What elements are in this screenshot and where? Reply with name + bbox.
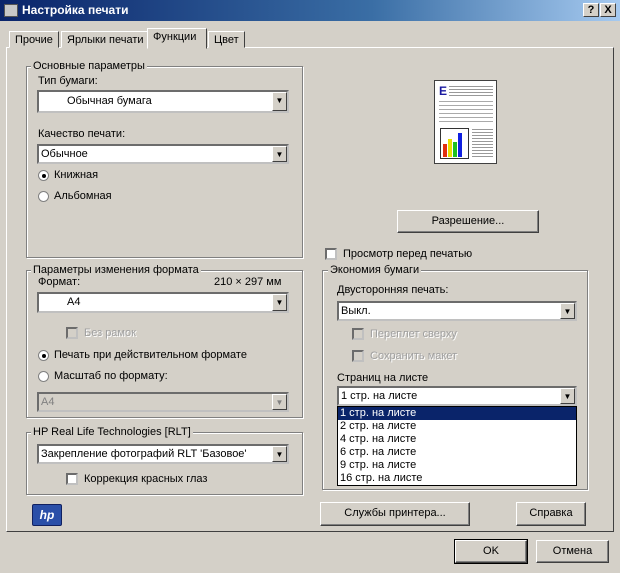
- quality-value: Обычное: [41, 148, 88, 160]
- portrait-radio[interactable]: Книжная: [38, 169, 98, 181]
- portrait-label: Книжная: [54, 169, 99, 181]
- quality-select[interactable]: Обычное ▼: [37, 144, 289, 164]
- cancel-button[interactable]: Отмена: [536, 540, 609, 563]
- pages-per-sheet-value: 1 стр. на листе: [341, 390, 418, 402]
- chevron-down-icon: ▼: [272, 92, 287, 111]
- pages-per-sheet-label: Страниц на листе: [337, 372, 429, 384]
- quality-label: Качество печати:: [38, 128, 126, 140]
- format-select[interactable]: A4 ▼: [37, 292, 289, 313]
- duplex-select[interactable]: Выкл. ▼: [337, 301, 577, 321]
- keep-layout-checkbox[interactable]: Сохранить макет: [352, 350, 458, 363]
- flip-top-checkbox[interactable]: Переплет сверху: [352, 328, 457, 341]
- scale-value: A4: [41, 396, 55, 408]
- page-preview-image: E: [434, 80, 497, 164]
- checkbox-icon: [66, 473, 78, 486]
- dropdown-option[interactable]: 9 стр. на листе: [338, 459, 576, 472]
- borderless-checkbox[interactable]: Без рамок: [66, 327, 136, 340]
- title-bar: Настройка печати: [0, 0, 620, 21]
- checkbox-icon: [66, 327, 78, 340]
- rlt-value: Закрепление фотографий RLT 'Базовое': [41, 448, 247, 460]
- resolution-button[interactable]: Разрешение...: [397, 210, 539, 233]
- landscape-label: Альбомная: [54, 190, 112, 202]
- basic-group-title: Основные параметры: [31, 60, 147, 72]
- checkbox-icon: [325, 248, 337, 261]
- dropdown-option[interactable]: 6 стр. на листе: [338, 446, 576, 459]
- dropdown-option[interactable]: 2 стр. на листе: [338, 420, 576, 433]
- chevron-down-icon: ▼: [560, 388, 575, 404]
- scale-radio[interactable]: Масштаб по формату:: [38, 370, 168, 382]
- scale-label: Масштаб по формату:: [54, 370, 168, 382]
- print-preview-checkbox[interactable]: Просмотр перед печатью: [325, 248, 473, 261]
- format-label: Формат:: [38, 276, 81, 288]
- radio-icon: [38, 370, 49, 382]
- size-text: 210 × 297 мм: [214, 276, 282, 288]
- window-title: Настройка печати: [22, 3, 129, 17]
- duplex-label: Двусторонняя печать:: [337, 284, 449, 296]
- scale-select[interactable]: A4 ▼: [37, 392, 289, 412]
- print-preview-label: Просмотр перед печатью: [343, 248, 473, 260]
- chart-icon: [440, 128, 469, 159]
- chevron-down-icon: ▼: [272, 294, 287, 311]
- chevron-down-icon: ▼: [560, 303, 575, 319]
- resize-group-title: Параметры изменения формата: [31, 264, 201, 276]
- actual-size-radio[interactable]: Печать при действительном формате: [38, 349, 247, 361]
- chevron-down-icon: ▼: [272, 446, 287, 462]
- pages-per-sheet-select[interactable]: 1 стр. на листе ▼: [337, 386, 577, 406]
- chevron-down-icon: ▼: [272, 146, 287, 162]
- dropdown-option[interactable]: 1 стр. на листе: [338, 407, 576, 420]
- keep-layout-label: Сохранить макет: [370, 350, 458, 362]
- radio-icon: [38, 190, 49, 202]
- paper-type-label: Тип бумаги:: [38, 75, 98, 87]
- format-value: A4: [67, 296, 81, 308]
- help-title-button[interactable]: ?: [583, 3, 599, 17]
- tab-other[interactable]: Прочие: [9, 31, 59, 48]
- pages-per-sheet-dropdown: 1 стр. на листе 2 стр. на листе 4 стр. н…: [337, 406, 577, 486]
- rlt-select[interactable]: Закрепление фотографий RLT 'Базовое' ▼: [37, 444, 289, 464]
- actual-size-label: Печать при действительном формате: [54, 349, 247, 361]
- radio-icon: [38, 349, 49, 361]
- redeye-label: Коррекция красных глаз: [84, 473, 208, 485]
- borderless-label: Без рамок: [84, 327, 136, 339]
- paper-type-select[interactable]: Обычная бумага ▼: [37, 90, 289, 113]
- tab-color[interactable]: Цвет: [208, 31, 245, 48]
- chevron-down-icon: ▼: [272, 394, 287, 410]
- landscape-radio[interactable]: Альбомная: [38, 190, 112, 202]
- tab-shortcuts[interactable]: Ярлыки печати: [61, 31, 150, 48]
- printer-services-button[interactable]: Службы принтера...: [320, 502, 470, 526]
- dropdown-option[interactable]: 16 стр. на листе: [338, 472, 576, 485]
- hp-logo-text: hp: [39, 508, 55, 522]
- ok-button[interactable]: OK: [454, 539, 528, 564]
- redeye-checkbox[interactable]: Коррекция красных глаз: [66, 473, 208, 486]
- duplex-value: Выкл.: [341, 305, 371, 317]
- paper-type-value: Обычная бумага: [67, 95, 152, 107]
- economy-group-title: Экономия бумаги: [328, 264, 422, 276]
- hp-logo: hp: [32, 504, 62, 526]
- dropdown-option[interactable]: 4 стр. на листе: [338, 433, 576, 446]
- checkbox-icon: [352, 350, 364, 363]
- rlt-group-title: HP Real Life Technologies [RLT]: [31, 426, 193, 438]
- checkbox-icon: [352, 328, 364, 341]
- close-button[interactable]: X: [600, 3, 616, 17]
- help-button[interactable]: Справка: [516, 502, 586, 526]
- printer-icon: [4, 4, 18, 17]
- radio-icon: [38, 169, 49, 181]
- tab-features[interactable]: Функции: [147, 28, 207, 49]
- flip-top-label: Переплет сверху: [370, 328, 457, 340]
